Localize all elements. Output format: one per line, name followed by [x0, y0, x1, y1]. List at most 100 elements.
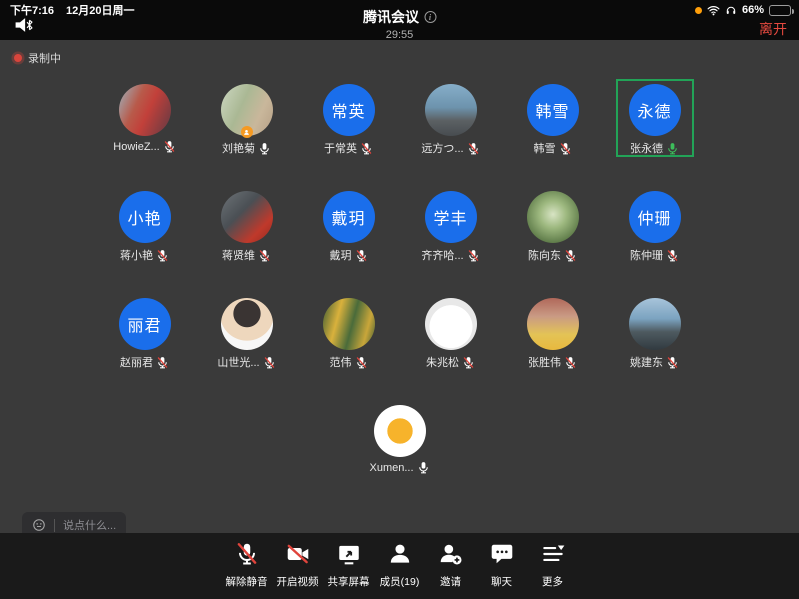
participant-tile[interactable]: 刘艳菊 [196, 84, 298, 154]
participant-grid: HowieZ... 刘艳菊 常英 于常英 [94, 84, 706, 475]
headphones-icon [725, 4, 737, 16]
initials-avatar: 戴玥 [323, 191, 375, 243]
mic-muted-icon [163, 140, 176, 153]
meeting-title-block: 腾讯会议 i 29:55 [363, 7, 436, 41]
participant-tile[interactable]: 山世光... [196, 298, 298, 368]
unmute-icon [234, 541, 260, 570]
more-icon [540, 541, 566, 570]
share-screen-icon [336, 541, 362, 570]
participant-name: 蒋贤维 [222, 247, 255, 263]
initials-avatar: 永德 [629, 84, 681, 136]
battery-icon [769, 5, 791, 16]
recording-label: 录制中 [28, 50, 61, 66]
participant-name: 韩雪 [534, 140, 556, 156]
initials-avatar: 学丰 [425, 191, 477, 243]
start-video-button[interactable]: 开启视频 [274, 541, 321, 599]
participant-tile[interactable]: 常英 于常英 [298, 84, 400, 154]
mic-muted-icon [360, 142, 373, 155]
mic-speaking-icon [666, 142, 679, 155]
host-badge-icon [241, 126, 253, 138]
mic-muted-icon [564, 249, 577, 262]
mic-in-use-indicator-icon [695, 7, 702, 14]
participant-tile[interactable]: 韩雪 韩雪 [502, 84, 604, 154]
battery-percent: 66% [742, 4, 764, 16]
mic-muted-icon [156, 249, 169, 262]
start-video-icon [285, 541, 311, 570]
participant-name: HowieZ... [113, 141, 159, 153]
girl-flowers-avatar [221, 84, 273, 136]
participant-name: 于常英 [324, 140, 357, 156]
participant-name: 远方つ... [421, 140, 463, 156]
members-button[interactable]: 成员(19) [376, 541, 423, 599]
chat-placeholder: 说点什么... [63, 517, 116, 533]
mic-muted-icon [462, 356, 475, 369]
participant-tile[interactable]: 仲珊 陈仲珊 [604, 191, 706, 261]
wifi-icon [707, 5, 720, 16]
emoji-icon[interactable] [32, 518, 46, 532]
mic-muted-icon [263, 356, 276, 369]
participant-tile[interactable]: 范伟 [298, 298, 400, 368]
members-label: 成员(19) [380, 574, 420, 589]
participant-tile[interactable]: 丽君 赵丽君 [94, 298, 196, 368]
participant-name: 朱兆松 [426, 354, 459, 370]
top-bar: 下午7:16 12月20日周一 66% [0, 0, 799, 40]
participant-tile[interactable]: 远方つ... [400, 84, 502, 154]
unmute-label: 解除静音 [226, 574, 268, 589]
participant-tile[interactable]: HowieZ... [94, 84, 196, 154]
mic-muted-icon [355, 249, 368, 262]
initials-avatar: 常英 [323, 84, 375, 136]
lake-tower-avatar [629, 298, 681, 350]
participant-tile[interactable]: 姚建东 [604, 298, 706, 368]
chat-button[interactable]: 聊天 [478, 541, 525, 599]
meeting-screen: 下午7:16 12月20日周一 66% [0, 0, 799, 599]
mic-muted-icon [467, 249, 480, 262]
mic-muted-icon [559, 142, 572, 155]
totoro-sketch-avatar [425, 298, 477, 350]
child-playing-avatar [527, 298, 579, 350]
participant-name: 刘艳菊 [222, 140, 255, 156]
speaker-bluetooth-icon [13, 15, 39, 35]
participant-tile[interactable]: 张胜伟 [502, 298, 604, 368]
bottom-toolbar: 解除静音开启视频共享屏幕成员(19) 邀请 聊天 更多 [0, 533, 799, 599]
participant-name: Xumen... [369, 462, 413, 474]
tree-path-avatar [527, 191, 579, 243]
leave-button[interactable]: 离开 [759, 19, 787, 39]
racing-avatar [221, 191, 273, 243]
invite-label: 邀请 [440, 574, 461, 589]
mic-muted-icon [666, 356, 679, 369]
clock-date: 12月20日周一 [66, 2, 134, 18]
main-area: 录制中 HowieZ... 刘艳菊 常英 [0, 40, 799, 599]
mic-muted-icon [156, 356, 169, 369]
participant-tile[interactable]: 蒋贤维 [196, 191, 298, 261]
toolbar-buttons: 解除静音开启视频共享屏幕成员(19) 邀请 聊天 更多 [223, 533, 576, 599]
input-divider [54, 519, 55, 532]
audio-route-button[interactable] [12, 15, 40, 35]
participant-tile[interactable]: 朱兆松 [400, 298, 502, 368]
meeting-title: 腾讯会议 [363, 7, 419, 27]
more-button[interactable]: 更多 [529, 541, 576, 599]
initials-avatar: 小艳 [119, 191, 171, 243]
invite-button[interactable]: 邀请 [427, 541, 474, 599]
sun-emoji-avatar [374, 405, 426, 457]
participant-tile[interactable]: 小艳 蒋小艳 [94, 191, 196, 261]
participant-name: 张永德 [630, 140, 663, 156]
initials-avatar: 韩雪 [527, 84, 579, 136]
more-label: 更多 [542, 574, 563, 589]
participant-tile[interactable]: 陈向东 [502, 191, 604, 261]
participant-name: 陈仲珊 [630, 247, 663, 263]
unmute-button[interactable]: 解除静音 [223, 541, 270, 599]
participant-tile[interactable]: 戴玥 戴玥 [298, 191, 400, 261]
participant-tile[interactable]: 永德 张永德 [604, 84, 706, 154]
game-cards-avatar [323, 298, 375, 350]
start-video-label: 开启视频 [277, 574, 319, 589]
participant-name: 姚建东 [630, 354, 663, 370]
participant-tile[interactable]: Xumen... [349, 405, 451, 475]
chat-icon [489, 541, 515, 570]
mic-muted-icon [666, 249, 679, 262]
meeting-info-icon[interactable]: i [424, 11, 436, 23]
participant-tile[interactable]: 学丰 齐齐哈... [400, 191, 502, 261]
chat-label: 聊天 [491, 574, 512, 589]
person-red-avatar [119, 84, 171, 136]
share-screen-button[interactable]: 共享屏幕 [325, 541, 372, 599]
recording-indicator: 录制中 [14, 50, 61, 66]
